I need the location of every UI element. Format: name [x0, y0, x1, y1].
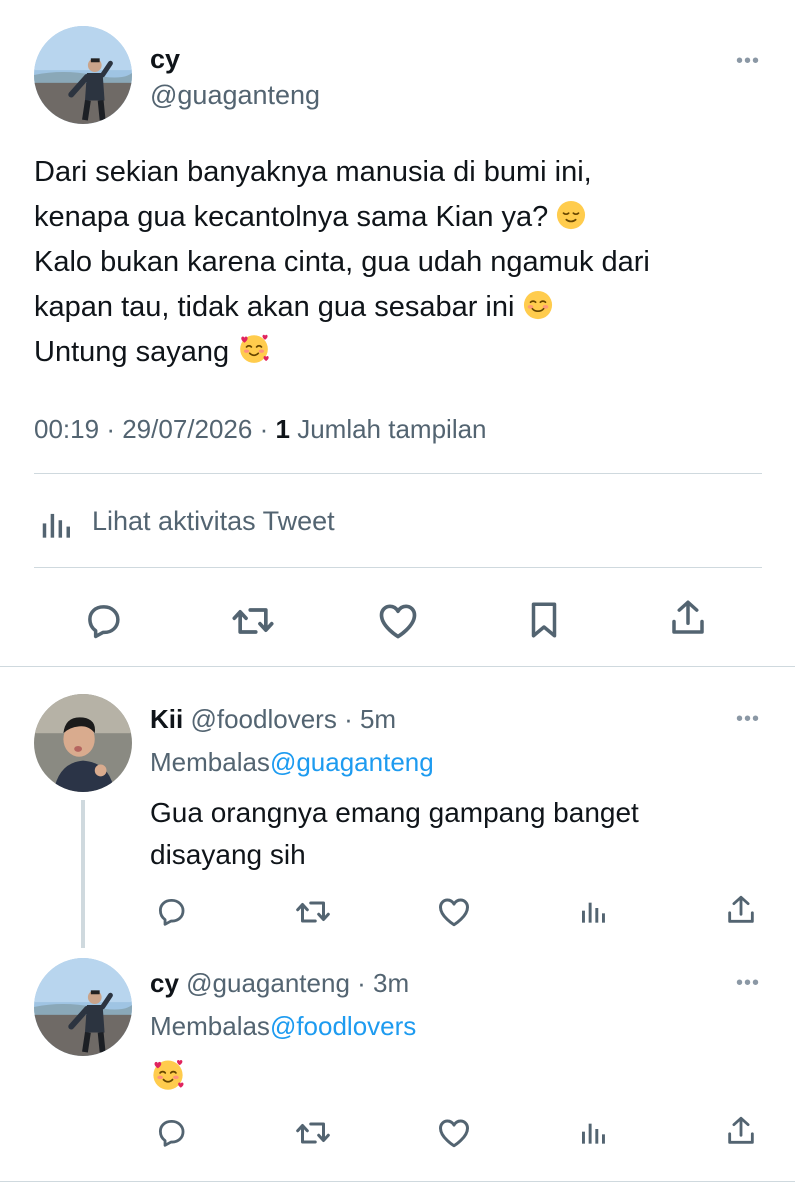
analytics-icon	[38, 506, 76, 544]
author-handle[interactable]: @guaganteng	[150, 80, 320, 111]
tweet-line: Untung sayang	[34, 330, 774, 375]
heart-icon[interactable]	[436, 1115, 472, 1151]
reply-text: Gua orangnya emang gampang banget disaya…	[150, 792, 639, 876]
tweet-line: kapan tau, tidak akan gua sesabar ini	[34, 285, 774, 330]
section-divider	[0, 1181, 795, 1182]
replying-label: Membalas	[150, 1011, 270, 1041]
replying-label: Membalas	[150, 747, 270, 777]
reply-header: Kii @foodlovers · 5m	[150, 704, 396, 735]
more-options-icon[interactable]: •••	[736, 973, 760, 993]
analytics-icon[interactable]	[578, 1117, 610, 1149]
retweet-icon[interactable]	[231, 599, 275, 643]
retweet-icon[interactable]	[295, 894, 331, 930]
author-display-name[interactable]: cy	[150, 44, 180, 75]
analytics-icon[interactable]	[578, 896, 610, 928]
tweet-text: Dari sekian banyaknya manusia di bumi in…	[34, 150, 774, 375]
more-options-icon[interactable]: •••	[736, 51, 760, 71]
replying-to: Membalas@foodlovers	[150, 1011, 416, 1042]
tweet-meta: 00:19 · 29/07/2026 · 1 Jumlah tampilan	[34, 414, 487, 445]
tweet-line: Kalo bukan karena cinta, gua udah ngamuk…	[34, 246, 650, 278]
heart-icon[interactable]	[436, 894, 472, 930]
tweet-line: Dari sekian banyaknya manusia di bumi in…	[34, 156, 592, 188]
tweet-time[interactable]: 00:19	[34, 414, 99, 444]
views-count: 1	[275, 414, 290, 444]
reply-header: cy @guaganteng · 3m	[150, 968, 409, 999]
reply-icon[interactable]	[154, 894, 188, 928]
smiling-face-emoji-icon	[523, 290, 553, 320]
reply-line: Gua orangnya emang gampang banget	[150, 797, 639, 828]
activity-label: Lihat aktivitas Tweet	[92, 506, 335, 536]
retweet-icon[interactable]	[295, 1115, 331, 1151]
divider	[34, 567, 762, 568]
reply-age[interactable]: · 5m	[344, 704, 396, 734]
replying-to-handle[interactable]: @foodlovers	[270, 1011, 416, 1041]
reply-line: disayang sih	[150, 839, 306, 870]
replying-to-handle[interactable]: @guaganteng	[270, 747, 434, 777]
more-options-icon[interactable]: •••	[736, 709, 760, 729]
reply-handle[interactable]: @guaganteng	[186, 968, 350, 998]
tweet-date[interactable]: 29/07/2026	[122, 414, 252, 444]
meta-separator: ·	[259, 414, 269, 444]
relieved-face-emoji-icon	[556, 200, 586, 230]
reply-handle[interactable]: @foodlovers	[190, 704, 336, 734]
reply-avatar[interactable]	[34, 958, 132, 1056]
tweet-line: kenapa gua kecantolnya sama Kian ya?	[34, 195, 774, 240]
heart-icon[interactable]	[376, 599, 420, 643]
divider	[34, 473, 762, 474]
thread-line	[81, 800, 85, 948]
reply-age[interactable]: · 3m	[357, 968, 409, 998]
bookmark-icon[interactable]	[523, 599, 565, 641]
reply-icon[interactable]	[82, 599, 124, 641]
meta-separator: ·	[106, 414, 115, 444]
reply-icon[interactable]	[154, 1115, 188, 1149]
replying-to: Membalas@guaganteng	[150, 747, 434, 778]
share-icon[interactable]	[724, 893, 758, 927]
smiling-face-with-hearts-emoji-icon	[150, 1056, 186, 1092]
reply-display-name[interactable]: Kii	[150, 704, 183, 734]
section-divider	[0, 666, 795, 667]
share-icon[interactable]	[724, 1114, 758, 1148]
views-label: Jumlah tampilan	[297, 414, 487, 444]
reply-display-name[interactable]: cy	[150, 968, 179, 998]
reply-avatar[interactable]	[34, 694, 132, 792]
smiling-face-with-hearts-emoji-icon	[237, 331, 271, 365]
author-avatar[interactable]	[34, 26, 132, 124]
share-icon[interactable]	[667, 597, 709, 639]
reply-text	[150, 1056, 186, 1097]
